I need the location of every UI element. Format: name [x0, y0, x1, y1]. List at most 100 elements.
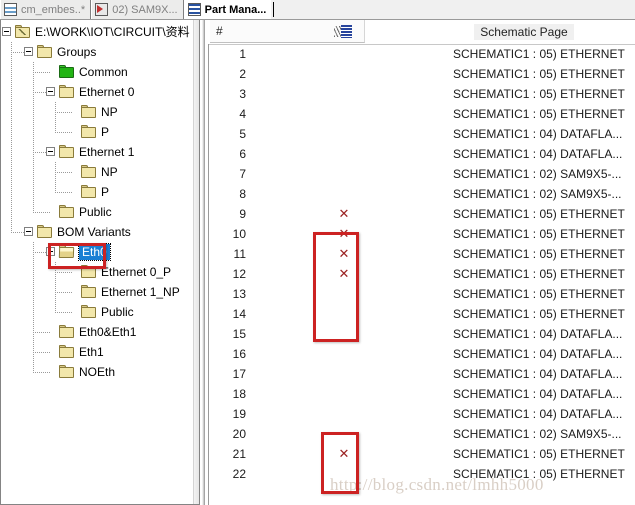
tree-node-label: NP — [101, 105, 118, 119]
tree-connector-line — [11, 142, 12, 162]
tree-node-label: P — [101, 125, 110, 139]
table-row[interactable]: 4 SCHEMATIC1 : 05) ETHERNET — [208, 105, 635, 125]
tree-node-ethernet-1[interactable]: Ethernet 1 — [1, 142, 194, 162]
schematic-page-cell: SCHEMATIC1 : 05) ETHERNET — [453, 47, 625, 61]
schematic-page-cell: SCHEMATIC1 : 02) SAM9X5-... — [453, 427, 622, 441]
tree-node-noeth[interactable]: NOEth — [1, 362, 194, 382]
tree-expander-collapse-icon[interactable] — [24, 47, 33, 56]
row-number-cell: 1 — [239, 47, 246, 61]
tree-connector-line — [11, 122, 12, 142]
document-tab-bar[interactable]: cm_embes..* 02) SAM9X... Part Mana... — [0, 0, 635, 20]
row-number-cell: 13 — [232, 287, 246, 301]
tree-node-eth0[interactable]: Eth0 — [1, 242, 194, 262]
panel-splitter[interactable] — [200, 20, 208, 505]
document-tab-label: 02) SAM9X... — [112, 3, 178, 16]
schematic-page-cell: SCHEMATIC1 : 05) ETHERNET — [453, 447, 625, 461]
column-header-schematic-page[interactable]: Schematic Page — [413, 20, 635, 43]
row-number-cell: 6 — [239, 147, 246, 161]
table-row[interactable]: 13 SCHEMATIC1 : 05) ETHERNET — [208, 285, 635, 305]
table-row[interactable]: 21 ✕ SCHEMATIC1 : 05) ETHERNET — [208, 445, 635, 465]
folder-icon-body — [81, 127, 96, 138]
row-number-cell: 3 — [239, 87, 246, 101]
tree-node-eth1[interactable]: Eth1 — [1, 342, 194, 362]
tree-node-eth0-eth1[interactable]: Eth0&Eth1 — [1, 322, 194, 342]
table-row[interactable]: 12 ✕ SCHEMATIC1 : 05) ETHERNET — [208, 265, 635, 285]
grid-row-list[interactable]: 1 SCHEMATIC1 : 05) ETHERNET 2 SCHEMATIC1 : … — [208, 45, 635, 505]
schematic-page-cell: SCHEMATIC1 : 05) ETHERNET — [453, 247, 625, 261]
variant-excluded-x-icon[interactable]: ✕ — [334, 246, 354, 262]
tree-node-public[interactable]: Public — [1, 302, 194, 322]
variant-excluded-x-icon[interactable]: ✕ — [334, 266, 354, 282]
tree-node-p[interactable]: P — [1, 182, 194, 202]
folder-icon-body — [59, 327, 74, 338]
table-row[interactable]: 2 SCHEMATIC1 : 05) ETHERNET — [208, 65, 635, 85]
project-tree-panel[interactable]: E:\WORK\IOT\CIRCUIT\资料 Groups Common Ethern… — [0, 20, 200, 505]
schematic-page-cell: SCHEMATIC1 : 05) ETHERNET — [453, 87, 625, 101]
table-row[interactable]: 11 ✕ SCHEMATIC1 : 05) ETHERNET — [208, 245, 635, 265]
folder-icon — [81, 165, 97, 178]
tree-connector-line — [33, 282, 34, 302]
part-manager-grid[interactable]: # Schematic Page 1 SCHEMATIC1 : 05) ETHER… — [208, 20, 635, 505]
folder-icon-body — [59, 207, 74, 218]
tree-expander-collapse-icon[interactable] — [46, 87, 55, 96]
tree-node-e-work-iot-circuit[interactable]: E:\WORK\IOT\CIRCUIT\资料 — [1, 22, 194, 42]
document-tab-1[interactable]: 02) SAM9X... — [91, 0, 184, 19]
schematic-page-cell: SCHEMATIC1 : 05) ETHERNET — [453, 307, 625, 321]
tree-node-ethernet-1-np[interactable]: Ethernet 1_NP — [1, 282, 194, 302]
tree-vertical-scrollbar[interactable] — [193, 20, 199, 504]
tree-connector-line — [11, 182, 12, 202]
tree-node-public[interactable]: Public — [1, 202, 194, 222]
tree-node-label: E:\WORK\IOT\CIRCUIT\资料 — [35, 25, 190, 39]
schematic-page-cell: SCHEMATIC1 : 05) ETHERNET — [453, 107, 625, 121]
tree-expander-collapse-icon[interactable] — [24, 227, 33, 236]
table-row[interactable]: 15 SCHEMATIC1 : 04) DATAFLA... — [208, 325, 635, 345]
table-row[interactable]: 22 SCHEMATIC1 : 05) ETHERNET — [208, 465, 635, 485]
folder-icon — [81, 305, 97, 318]
tree-node-np[interactable]: NP — [1, 102, 194, 122]
table-row[interactable]: 6 SCHEMATIC1 : 04) DATAFLA... — [208, 145, 635, 165]
table-row[interactable]: 5 SCHEMATIC1 : 04) DATAFLA... — [208, 125, 635, 145]
row-number-cell: 17 — [232, 367, 246, 381]
document-tab-2[interactable]: Part Mana... — [183, 0, 272, 19]
folder-icon-body — [81, 187, 96, 198]
table-row[interactable]: 8 SCHEMATIC1 : 02) SAM9X5-... — [208, 185, 635, 205]
tree-connector-line — [33, 372, 51, 373]
table-row[interactable]: 3 SCHEMATIC1 : 05) ETHERNET — [208, 85, 635, 105]
tree-node-p[interactable]: P — [1, 122, 194, 142]
row-number-cell: 14 — [232, 307, 246, 321]
tree-expander-collapse-icon[interactable] — [46, 147, 55, 156]
tree-node-common[interactable]: Common — [1, 62, 194, 82]
document-tab-0[interactable]: cm_embes..* — [0, 0, 92, 19]
tree-node-bom-variants[interactable]: BOM Variants — [1, 222, 194, 242]
tree-expander-collapse-icon[interactable] — [46, 247, 55, 256]
tree-expander-collapse-icon[interactable] — [2, 27, 11, 36]
column-header-variant[interactable] — [328, 20, 368, 43]
schematic-page-cell: SCHEMATIC1 : 04) DATAFLA... — [453, 127, 623, 141]
tree-node-list[interactable]: E:\WORK\IOT\CIRCUIT\资料 Groups Common Ethern… — [1, 20, 194, 504]
tree-connector-line — [33, 182, 34, 202]
tree-node-np[interactable]: NP — [1, 162, 194, 182]
tree-connector-line — [33, 72, 51, 73]
table-row[interactable]: 20 SCHEMATIC1 : 02) SAM9X5-... — [208, 425, 635, 445]
grid-header-row[interactable]: # Schematic Page — [208, 20, 635, 45]
variant-excluded-x-icon[interactable]: ✕ — [334, 226, 354, 242]
tree-node-groups[interactable]: Groups — [1, 42, 194, 62]
table-row[interactable]: 19 SCHEMATIC1 : 04) DATAFLA... — [208, 405, 635, 425]
tree-node-ethernet-0[interactable]: Ethernet 0 — [1, 82, 194, 102]
table-row[interactable]: 10 ✕ SCHEMATIC1 : 05) ETHERNET — [208, 225, 635, 245]
table-row[interactable]: 7 SCHEMATIC1 : 02) SAM9X5-... — [208, 165, 635, 185]
column-header-schematic-page-label: Schematic Page — [474, 23, 574, 40]
table-row[interactable]: 16 SCHEMATIC1 : 04) DATAFLA... — [208, 345, 635, 365]
table-row[interactable]: 9 ✕ SCHEMATIC1 : 05) ETHERNET — [208, 205, 635, 225]
row-number-cell: 8 — [239, 187, 246, 201]
variant-excluded-x-icon[interactable]: ✕ — [334, 206, 354, 222]
tree-node-ethernet-0-p[interactable]: Ethernet 0_P — [1, 262, 194, 282]
table-row[interactable]: 14 SCHEMATIC1 : 05) ETHERNET — [208, 305, 635, 325]
table-row[interactable]: 17 SCHEMATIC1 : 04) DATAFLA... — [208, 365, 635, 385]
schematic-page-cell: SCHEMATIC1 : 05) ETHERNET — [453, 287, 625, 301]
table-row[interactable]: 1 SCHEMATIC1 : 05) ETHERNET — [208, 45, 635, 65]
variant-excluded-x-icon[interactable]: ✕ — [334, 446, 354, 462]
folder-icon — [81, 185, 97, 198]
table-row[interactable]: 18 SCHEMATIC1 : 04) DATAFLA... — [208, 385, 635, 405]
schematic-page-cell: SCHEMATIC1 : 04) DATAFLA... — [453, 407, 623, 421]
